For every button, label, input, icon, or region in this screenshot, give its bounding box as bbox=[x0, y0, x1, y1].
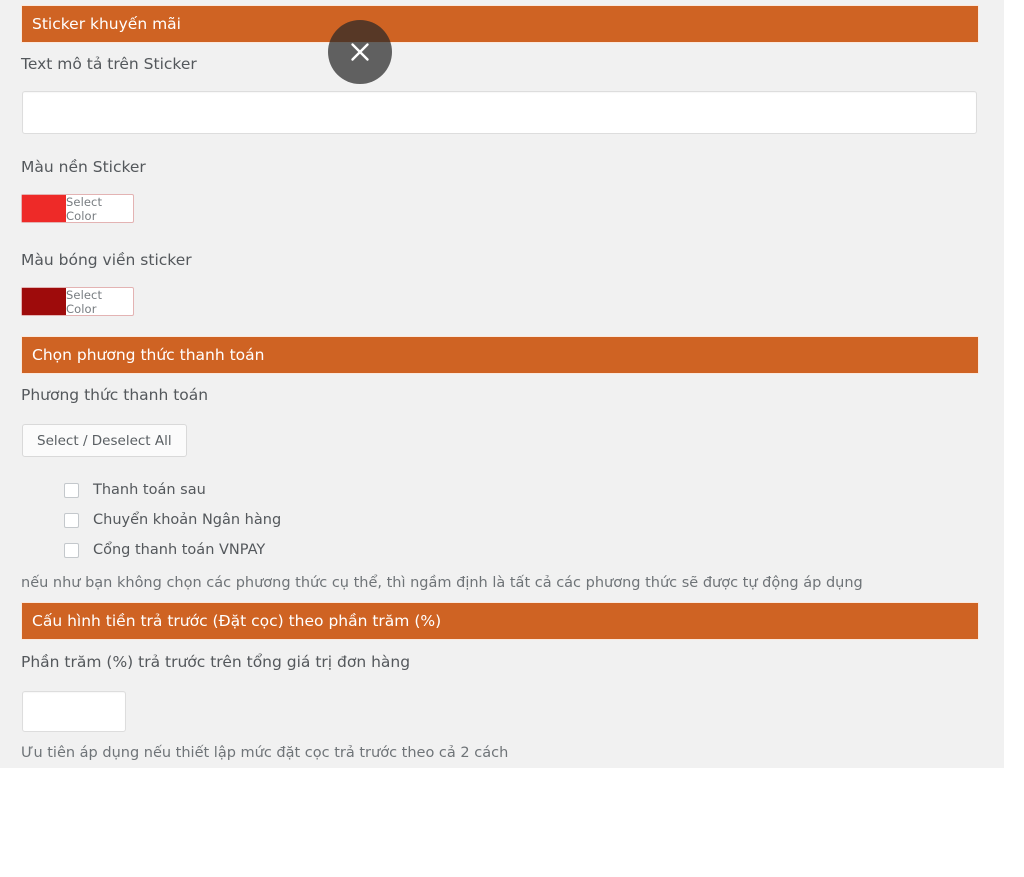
section-header-deposit: Cấu hình tiền trả trước (Đặt cọc) theo p… bbox=[21, 602, 979, 640]
deposit-percent-input[interactable] bbox=[22, 691, 126, 732]
settings-modal-panel: Sticker khuyến mãi Text mô tả trên Stick… bbox=[0, 0, 1004, 768]
payment-method-note: nếu như bạn không chọn các phương thức c… bbox=[21, 575, 863, 591]
select-deselect-all-button[interactable]: Select / Deselect All bbox=[22, 424, 187, 457]
sticker-bg-color-swatch bbox=[22, 195, 66, 222]
payment-method-list: Thanh toán sau Chuyển khoản Ngân hàng Cổ… bbox=[64, 475, 544, 565]
label-deposit-percent: Phần trăm (%) trả trước trên tổng giá tr… bbox=[21, 653, 411, 671]
section-header-payment: Chọn phương thức thanh toán bbox=[21, 336, 979, 374]
checkbox-icon[interactable] bbox=[64, 482, 79, 498]
checkbox-icon[interactable] bbox=[64, 542, 79, 558]
payment-method-option[interactable]: Cổng thanh toán VNPAY bbox=[64, 535, 544, 565]
label-payment-method: Phương thức thanh toán bbox=[21, 386, 209, 404]
section-header-sticker: Sticker khuyến mãi bbox=[21, 5, 979, 43]
sticker-bg-color-picker[interactable]: Select Color bbox=[21, 194, 134, 223]
sticker-shadow-color-picker[interactable]: Select Color bbox=[21, 287, 134, 316]
label-sticker-shadow-color: Màu bóng viền sticker bbox=[21, 251, 192, 269]
payment-method-label: Cổng thanh toán VNPAY bbox=[93, 542, 266, 558]
panel-scroll-area[interactable]: Sticker khuyến mãi Text mô tả trên Stick… bbox=[0, 0, 1004, 768]
sticker-shadow-color-swatch bbox=[22, 288, 66, 315]
label-sticker-bg-color: Màu nền Sticker bbox=[21, 158, 146, 176]
deposit-note: Ưu tiên áp dụng nếu thiết lập mức đặt cọ… bbox=[21, 745, 509, 761]
close-button[interactable] bbox=[328, 20, 392, 84]
payment-method-option[interactable]: Thanh toán sau bbox=[64, 475, 544, 505]
close-icon bbox=[351, 43, 369, 61]
sticker-text-input[interactable] bbox=[22, 91, 977, 134]
payment-method-label: Chuyển khoản Ngân hàng bbox=[93, 512, 282, 528]
sticker-bg-color-picker-label: Select Color bbox=[66, 194, 103, 223]
checkbox-icon[interactable] bbox=[64, 512, 79, 528]
payment-method-option[interactable]: Chuyển khoản Ngân hàng bbox=[64, 505, 544, 535]
label-sticker-text: Text mô tả trên Sticker bbox=[21, 55, 197, 73]
payment-method-label: Thanh toán sau bbox=[93, 482, 206, 498]
sticker-shadow-color-picker-label: Select Color bbox=[66, 287, 103, 316]
